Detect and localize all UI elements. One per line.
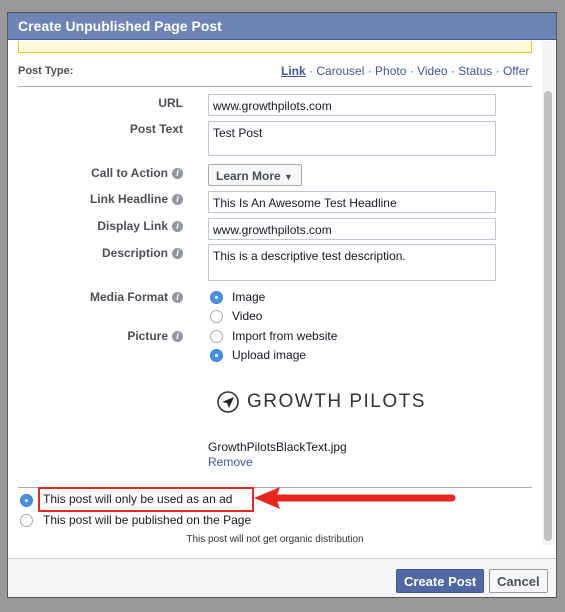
description-label-row: Description i [8, 246, 183, 260]
description-label: Description [101, 246, 168, 260]
radio-upload[interactable] [210, 349, 223, 362]
radio-ad-only-label: This post will only be used as an ad [43, 492, 233, 506]
notice-banner [18, 41, 532, 53]
info-icon[interactable]: i [172, 194, 183, 205]
distribution-note: This post will not get organic distribut… [186, 534, 364, 545]
url-input[interactable]: www.growthpilots.com [208, 94, 496, 116]
cta-value: Learn More [216, 169, 281, 183]
headline-label-row: Link Headline i [8, 192, 183, 206]
annotation-arrow-icon [254, 487, 456, 509]
post-text-input[interactable]: Test Post [208, 121, 496, 156]
tab-offer[interactable]: Offer [503, 64, 529, 78]
picture-label: Picture [127, 329, 168, 343]
info-icon[interactable]: i [172, 221, 183, 232]
info-icon[interactable]: i [172, 292, 183, 303]
radio-upload-label: Upload image [232, 348, 307, 362]
image-filename: GrowthPilotsBlackText.jpg [208, 440, 347, 454]
radio-publish-label: This post will be published on the Page [43, 513, 252, 527]
tab-photo[interactable]: Photo [375, 64, 406, 78]
radio-video[interactable] [210, 310, 223, 323]
create-post-button[interactable]: Create Post [396, 569, 485, 593]
headline-label: Link Headline [89, 192, 168, 206]
media-format-label-row: Media Format i [8, 290, 183, 304]
remove-link[interactable]: Remove [208, 455, 253, 469]
radio-ad-only[interactable] [20, 494, 33, 507]
tab-video[interactable]: Video [417, 64, 447, 78]
info-icon[interactable]: i [172, 248, 183, 259]
cta-label-row: Call to Action i [8, 166, 183, 180]
media-format-label: Media Format [89, 290, 168, 304]
scrollbar-track[interactable] [542, 41, 554, 545]
tab-status[interactable]: Status [458, 64, 492, 78]
logo-text: GROWTH PILOTS [247, 391, 426, 412]
cta-label: Call to Action [91, 166, 168, 180]
tab-link[interactable]: Link [281, 64, 306, 78]
radio-image[interactable] [210, 291, 223, 304]
post-text-label: Post Text [129, 122, 183, 136]
uploaded-image-preview: GROWTH PILOTS [217, 391, 426, 413]
display-link-input[interactable]: www.growthpilots.com [208, 218, 496, 240]
url-label: URL [158, 96, 183, 110]
display-link-label-row: Display Link i [8, 219, 183, 233]
radio-import[interactable] [210, 330, 223, 343]
scrollbar-thumb[interactable] [544, 91, 552, 541]
dialog: Create Unpublished Page Post Post Type: … [7, 12, 557, 598]
radio-video-label: Video [232, 309, 263, 323]
info-icon[interactable]: i [172, 331, 183, 342]
divider [18, 86, 532, 87]
dialog-title: Create Unpublished Page Post [8, 13, 556, 40]
post-type-tabs: Link · Carousel · Photo · Video · Status… [281, 64, 530, 78]
paper-plane-icon [217, 391, 239, 413]
description-input[interactable]: This is a descriptive test description. [208, 244, 496, 281]
cancel-button[interactable]: Cancel [489, 569, 548, 593]
info-icon[interactable]: i [172, 168, 183, 179]
dialog-footer: Create Post Cancel [8, 558, 556, 597]
picture-label-row: Picture i [8, 329, 183, 343]
radio-image-label: Image [232, 290, 266, 304]
chevron-down-icon: ▼ [284, 172, 293, 182]
post-type-label: Post Type: [18, 65, 74, 77]
cta-dropdown[interactable]: Learn More ▼ [208, 164, 302, 186]
tab-carousel[interactable]: Carousel [316, 64, 364, 78]
radio-import-label: Import from website [232, 329, 338, 343]
radio-publish[interactable] [20, 514, 33, 527]
headline-input[interactable]: This Is An Awesome Test Headline [208, 191, 496, 213]
display-link-label: Display Link [97, 219, 168, 233]
